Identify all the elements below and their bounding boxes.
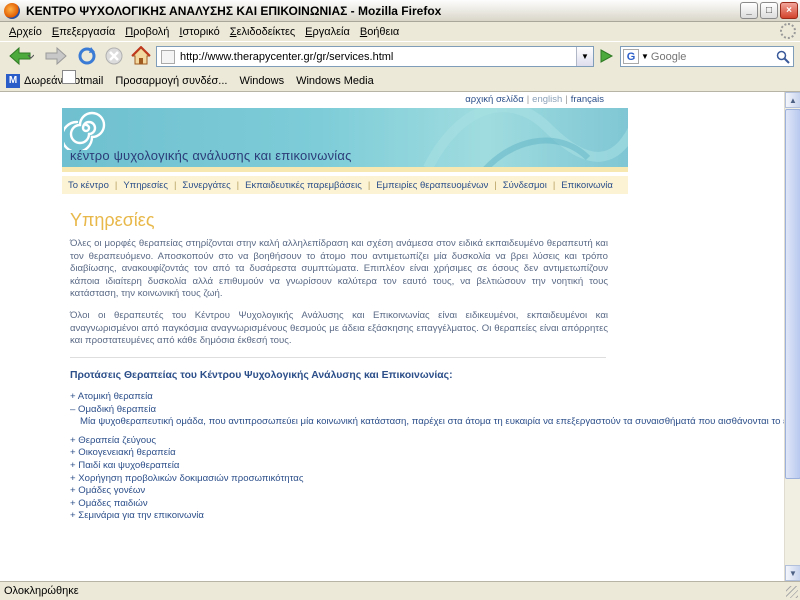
reload-button[interactable]	[75, 44, 99, 68]
hotmail-icon: M	[6, 73, 20, 88]
menu-file[interactable]: Αρχείο	[4, 26, 47, 38]
therapy-item-child[interactable]: + Παιδί και ψυχοθεραπεία	[70, 460, 616, 473]
bookmark-hotmail[interactable]: M Δωρεάν Hotmail	[6, 73, 103, 88]
window-controls: _ □ ×	[740, 2, 798, 19]
vertical-scrollbar[interactable]: ▲ ▼	[784, 92, 800, 581]
therapy-list: + Ατομική θεραπεία – Ομαδική θεραπεία Μί…	[70, 391, 784, 523]
lang-link-french[interactable]: français	[571, 94, 604, 105]
lang-link-english[interactable]: english	[532, 94, 562, 105]
menu-view[interactable]: Προβολή	[120, 26, 174, 38]
intro-paragraph: Όλες οι μορφές θεραπείας στηρίζονται στη…	[70, 238, 608, 300]
bookmark-label: Προσαρμογή συνδέσ...	[115, 74, 228, 87]
scroll-up-button[interactable]: ▲	[785, 92, 800, 108]
nav-link-associates[interactable]: Συνεργάτες	[182, 180, 230, 191]
menu-edit[interactable]: Επεξεργασία	[47, 26, 120, 38]
navigation-toolbar: http://www.therapycenter.gr/gr/services.…	[0, 41, 800, 70]
nav-link-center[interactable]: Το κέντρο	[68, 180, 109, 191]
status-text: Ολοκληρώθηκε	[4, 585, 79, 597]
stop-button[interactable]	[102, 44, 126, 68]
menu-tools[interactable]: Εργαλεία	[300, 26, 355, 38]
scroll-thumb[interactable]	[785, 109, 800, 479]
lang-link-greek[interactable]: αρχική σελίδα	[465, 94, 523, 105]
firefox-icon	[4, 2, 20, 19]
nav-link-services[interactable]: Υπηρεσίες	[123, 180, 168, 191]
back-button[interactable]	[3, 44, 39, 68]
bookmark-customize-links[interactable]: Προσαρμογή συνδέσ...	[62, 70, 228, 87]
home-icon	[131, 46, 151, 65]
status-bar: Ολοκληρώθηκε	[0, 581, 800, 600]
therapy-item-child-groups[interactable]: + Ομάδες παιδιών	[70, 498, 616, 511]
bookmarks-toolbar: M Δωρεάν Hotmail Προσαρμογή συνδέσ... Wi…	[0, 70, 800, 92]
forward-button[interactable]	[42, 44, 72, 68]
search-bar[interactable]: G ▼	[620, 46, 794, 67]
menu-history[interactable]: Ιστορικό	[174, 26, 224, 38]
home-button[interactable]	[129, 44, 153, 68]
minimize-button[interactable]: _	[740, 2, 758, 19]
bookmark-windows-media[interactable]: Windows Media	[62, 70, 374, 87]
window-title: ΚΕΝΤΡΟ ΨΥΧΟΛΟΓΙΚΗΣ ΑΝΑΛΥΣΗΣ ΚΑΙ ΕΠΙΚΟΙΝΩ…	[26, 3, 442, 18]
search-input[interactable]	[650, 50, 771, 63]
site-navigation: Το κέντρο | Υπηρεσίες | Συνεργάτες | Εκπαιδ…	[62, 176, 628, 194]
nav-link-experiences[interactable]: Εμπειρίες θεραπευομένων	[376, 180, 488, 191]
therapy-item-individual[interactable]: + Ατομική θεραπεία	[70, 391, 616, 404]
go-arrow-icon[interactable]	[598, 48, 614, 64]
back-arrow-icon	[9, 46, 34, 66]
forward-arrow-icon	[45, 46, 67, 66]
search-engine-dropdown[interactable]: ▼	[641, 52, 649, 61]
menu-bookmarks[interactable]: Σελιδοδείκτες	[225, 26, 300, 38]
nav-link-contact[interactable]: Επικοινωνία	[561, 180, 613, 191]
therapy-item-projective-tests[interactable]: + Χορήγηση προβολικών δοκιμασιών προσωπι…	[70, 473, 616, 486]
therapy-item-group[interactable]: – Ομαδική θεραπεία	[70, 404, 616, 417]
section-divider	[70, 357, 606, 358]
therapy-item-parent-groups[interactable]: + Ομάδες γονέων	[70, 485, 616, 498]
stop-icon	[105, 47, 123, 65]
bookmark-label: Windows Media	[296, 74, 374, 87]
throbber-icon	[780, 23, 796, 39]
close-button[interactable]: ×	[780, 2, 798, 19]
search-icon[interactable]	[776, 50, 790, 64]
therapy-item-communication-seminars[interactable]: + Σεμινάρια για την επικοινωνία	[70, 510, 616, 523]
reload-icon	[78, 47, 96, 65]
scroll-down-button[interactable]: ▼	[785, 565, 800, 581]
therapy-item-family[interactable]: + Οικογενειακή θεραπεία	[70, 447, 616, 460]
maximize-button[interactable]: □	[760, 2, 778, 19]
url-field[interactable]: http://www.therapycenter.gr/gr/services.…	[180, 51, 393, 63]
address-bar[interactable]: http://www.therapycenter.gr/gr/services.…	[156, 46, 594, 67]
menu-bar: Αρχείο Επεξεργασία Προβολή Ιστορικό Σελι…	[0, 22, 800, 41]
window-title-bar[interactable]: ΚΕΝΤΡΟ ΨΥΧΟΛΟΓΙΚΗΣ ΑΝΑΛΥΣΗΣ ΚΑΙ ΕΠΙΚΟΙΝΩ…	[0, 0, 800, 22]
menu-help[interactable]: Βοήθεια	[355, 26, 404, 38]
site-logo-icon[interactable]	[64, 108, 108, 150]
banner-decoration	[423, 108, 628, 167]
nav-link-links[interactable]: Σύνδεσμοι	[503, 180, 547, 191]
proposals-heading: Προτάσεις Θεραπείας του Κέντρου Ψυχολογι…	[70, 370, 453, 381]
therapy-item-couples[interactable]: + Θεραπεία ζεύγους	[70, 435, 616, 448]
nav-link-education[interactable]: Εκπαιδευτικές παρεμβάσεις	[245, 180, 362, 191]
search-engine-icon[interactable]: G	[623, 49, 639, 64]
language-links: αρχική σελίδα | english | français	[465, 94, 604, 105]
page-icon	[62, 70, 76, 84]
bookmark-label: Windows	[239, 74, 285, 87]
group-therapy-description: Μία ψυχοθεραπευτική ομάδα, που αντιπροσω…	[80, 416, 784, 428]
url-history-dropdown[interactable]: ▼	[576, 47, 593, 66]
page-favicon-icon	[161, 49, 175, 64]
page-heading: Υπηρεσίες	[70, 210, 155, 230]
nav-strip-accent	[62, 167, 628, 172]
resize-grip[interactable]	[786, 586, 798, 598]
therapists-paragraph: Όλοι οι θεραπευτές του Κέντρου Ψυχολογικ…	[70, 310, 608, 347]
page-viewport: αρχική σελίδα | english | français κέντρο ψυ…	[0, 92, 784, 581]
site-title: κέντρο ψυχολογικής ανάλυσης και επικοινω…	[70, 148, 352, 163]
site-banner: κέντρο ψυχολογικής ανάλυσης και επικοινω…	[62, 108, 628, 167]
bookmark-windows[interactable]: Windows	[62, 70, 285, 87]
